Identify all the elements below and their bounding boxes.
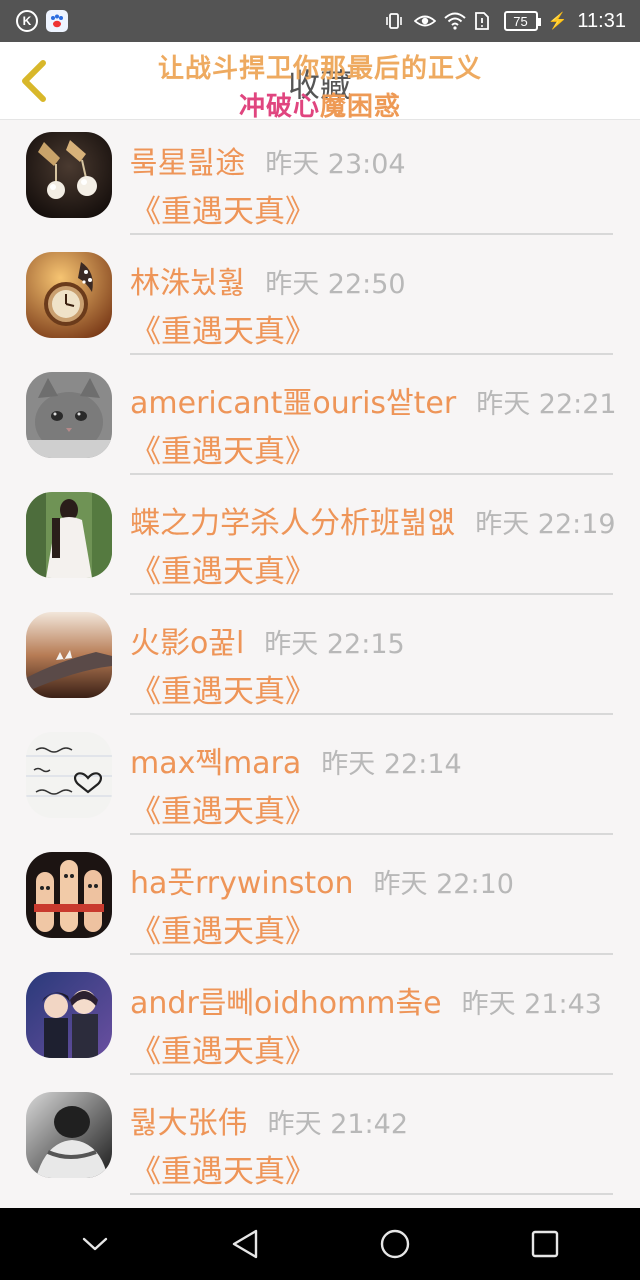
battery-level: 75: [513, 13, 528, 29]
header-bar: 收藏 让战斗捍卫你那最后的正义 冲破心魔困惑: [0, 42, 640, 123]
avatar: [26, 492, 112, 578]
recents-square-icon: [531, 1230, 559, 1258]
list-item[interactable]: 蝶之力学杀人分析班붦얪 昨天 22:19 《重遇天真》: [0, 480, 640, 600]
timestamp: 昨天 21:43: [461, 989, 602, 1020]
status-right: 75 ⚡ 11:31: [384, 9, 626, 33]
list-item[interactable]: max쪡mara 昨天 22:14 《重遇天真》: [0, 720, 640, 840]
battery-icon: 75: [503, 11, 541, 31]
timestamp: 昨天 22:19: [475, 509, 616, 540]
collapse-chevron-icon: [82, 1237, 108, 1251]
book-title: 《重遇天真》: [130, 554, 316, 590]
avatar: [26, 132, 112, 218]
name-row: 蝶之力学杀人分析班붦얪 昨天 22:19: [130, 498, 616, 542]
eye-icon: [413, 11, 436, 31]
book-title: 《重遇天真》: [130, 434, 316, 470]
favorites-list: 뤀星릞途 昨天 23:04 《重遇天真》 林洙뉬훯 昨天 22:50 《重遇天真…: [0, 120, 640, 1208]
timestamp: 昨天 22:15: [264, 629, 405, 660]
divider: [130, 1193, 613, 1195]
list-item[interactable]: 뤓大张伟 昨天 21:42 《重遇天真》: [0, 1080, 640, 1200]
list-item[interactable]: 火影o꿅l 昨天 22:15 《重遇天真》: [0, 600, 640, 720]
divider: [130, 233, 613, 235]
divider: [130, 1073, 613, 1075]
divider: [130, 953, 613, 955]
list-item[interactable]: americant噩ouris쌑ter 昨天 22:21 《重遇天真》: [0, 360, 640, 480]
user-name: 火影o꿅l: [130, 626, 245, 661]
charging-icon: ⚡: [547, 13, 568, 30]
timestamp: 昨天 22:21: [476, 389, 617, 420]
nav-home-button[interactable]: [365, 1214, 425, 1274]
timestamp: 昨天 21:42: [267, 1109, 409, 1140]
overlay-caption-line1: 让战斗捍卫你那最后的正义: [157, 54, 482, 84]
book-title: 《重遇天真》: [130, 794, 316, 830]
user-name: 林洙뉬훯: [130, 266, 246, 301]
nav-back-button[interactable]: [215, 1214, 275, 1274]
name-row: max쪡mara 昨天 22:14: [130, 738, 462, 782]
book-title: 《重遇天真》: [130, 914, 316, 950]
list-item[interactable]: andr릅뻬oidhomm춬e 昨天 21:43 《重遇天真》: [0, 960, 640, 1080]
avatar: [26, 252, 112, 338]
overlay-caption-part-a: 冲破心: [238, 92, 320, 122]
timestamp: 昨天 22:50: [265, 269, 406, 300]
list-item[interactable]: 뤀星릞途 昨天 23:04 《重遇天真》: [0, 120, 640, 240]
avatar: [26, 972, 112, 1058]
k-app-icon: K: [16, 10, 38, 32]
name-row: andr릅뻬oidhomm춬e 昨天 21:43: [130, 978, 602, 1022]
wifi-icon: [443, 11, 466, 31]
avatar: [26, 852, 112, 938]
home-circle-icon: [380, 1229, 410, 1259]
sim-alert-icon: [474, 11, 494, 31]
avatar: [26, 732, 112, 818]
collapse-button[interactable]: [65, 1214, 125, 1274]
nav-recents-button[interactable]: [515, 1214, 575, 1274]
overlay-caption-part-b: 魔困惑: [320, 92, 402, 122]
book-title: 《重遇天真》: [130, 674, 316, 710]
status-bar: K 75 ⚡ 11:31: [0, 0, 640, 42]
status-left: K: [16, 10, 68, 32]
name-row: americant噩ouris쌑ter 昨天 22:21: [130, 378, 617, 422]
user-name: 뤀星릞途: [130, 146, 246, 181]
book-title: 《重遇天真》: [130, 1034, 316, 1070]
timestamp: 昨天 22:10: [373, 869, 514, 900]
name-row: ha풋rrywinston 昨天 22:10: [130, 858, 514, 902]
list-item[interactable]: 林洙뉬훯 昨天 22:50 《重遇天真》: [0, 240, 640, 360]
overlay-caption-line2: 冲破心魔困惑: [0, 86, 640, 123]
divider: [130, 713, 613, 715]
divider: [130, 593, 613, 595]
list-item[interactable]: ha풋rrywinston 昨天 22:10 《重遇天真》: [0, 840, 640, 960]
timestamp: 昨天 23:04: [265, 149, 406, 180]
vibrate-icon: [384, 11, 404, 31]
user-name: 뤓大张伟: [130, 1106, 248, 1141]
user-name: andr릅뻬oidhomm춬e: [130, 986, 442, 1021]
book-title: 《重遇天真》: [130, 314, 316, 350]
divider: [130, 833, 613, 835]
avatar: [26, 612, 112, 698]
timestamp: 昨天 22:14: [321, 749, 462, 780]
system-nav-bar: [0, 1208, 640, 1280]
book-title: 《重遇天真》: [130, 194, 316, 230]
name-row: 뤓大张伟 昨天 21:42: [130, 1098, 408, 1142]
name-row: 林洙뉬훯 昨天 22:50: [130, 258, 406, 302]
status-time: 11:31: [577, 9, 626, 32]
avatar: [26, 1092, 112, 1178]
user-name: americant噩ouris쌑ter: [130, 386, 457, 421]
name-row: 火影o꿅l 昨天 22:15: [130, 618, 405, 662]
user-name: 蝶之力学杀人分析班붦얪: [130, 506, 456, 541]
book-title: 《重遇天真》: [130, 1154, 316, 1190]
baidu-paw-icon: [46, 10, 68, 32]
user-name: max쪡mara: [130, 746, 302, 781]
divider: [130, 473, 613, 475]
avatar: [26, 372, 112, 458]
divider: [130, 353, 613, 355]
name-row: 뤀星릞途 昨天 23:04: [130, 138, 406, 182]
user-name: ha풋rrywinston: [130, 866, 354, 901]
back-triangle-icon: [232, 1229, 258, 1259]
